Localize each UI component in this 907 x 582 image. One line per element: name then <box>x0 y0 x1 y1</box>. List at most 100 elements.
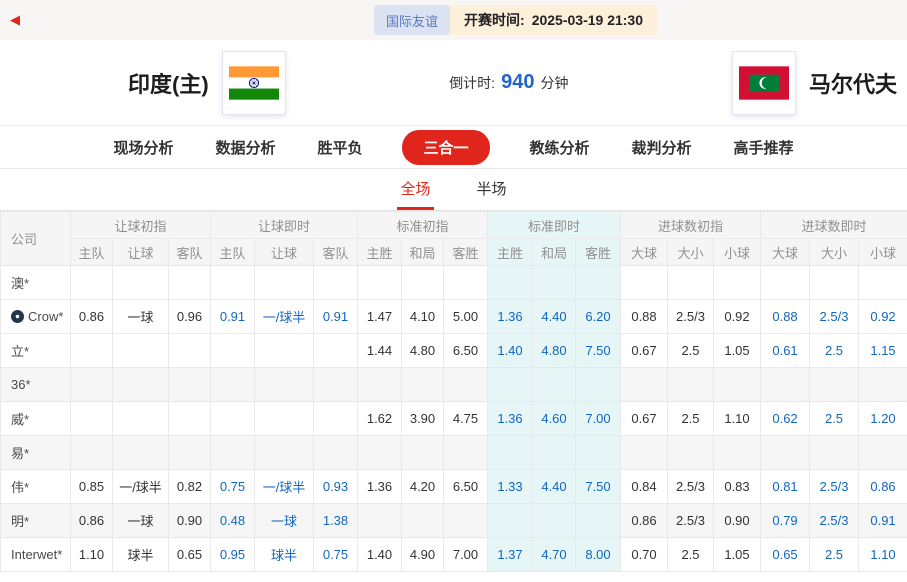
odds-cell[interactable]: 4.40 <box>533 300 576 334</box>
odds-cell <box>576 368 621 402</box>
odds-cell[interactable]: 0.91 <box>859 504 907 538</box>
odds-cell[interactable]: 1.20 <box>859 402 907 436</box>
league-badge[interactable]: 国际友谊 <box>374 5 450 35</box>
odds-cell[interactable]: 0.95 <box>211 538 255 572</box>
odds-cell[interactable]: 6.20 <box>576 300 621 334</box>
sub-column-header: 主胜 <box>358 239 402 266</box>
odds-cell[interactable]: 1.37 <box>488 538 533 572</box>
odds-cell[interactable]: 0.86 <box>859 470 907 504</box>
nav-tab-expert-picks[interactable]: 高手推荐 <box>732 131 796 164</box>
odds-cell <box>255 402 314 436</box>
sub-column-header: 让球 <box>255 239 314 266</box>
odds-cell[interactable]: 0.91 <box>314 300 358 334</box>
period-tab-half-match[interactable]: 半场 <box>474 169 510 210</box>
odds-cell[interactable]: 0.48 <box>211 504 255 538</box>
odds-cell <box>533 266 576 300</box>
odds-cell <box>859 368 907 402</box>
odds-cell: 1.47 <box>358 300 402 334</box>
odds-cell[interactable]: 0.61 <box>761 334 810 368</box>
odds-cell <box>255 266 314 300</box>
odds-cell: 4.20 <box>402 470 444 504</box>
odds-cell: 4.10 <box>402 300 444 334</box>
odds-cell <box>169 402 211 436</box>
odds-cell <box>533 368 576 402</box>
company-cell: 易* <box>1 436 71 470</box>
nav-tab-live-analysis[interactable]: 现场分析 <box>111 131 175 164</box>
odds-cell <box>859 266 907 300</box>
odds-cell[interactable]: 4.80 <box>533 334 576 368</box>
odds-cell[interactable]: 1.15 <box>859 334 907 368</box>
odds-cell[interactable]: 一/球半 <box>255 300 314 334</box>
odds-cell[interactable]: 1.10 <box>859 538 907 572</box>
odds-cell <box>714 266 761 300</box>
odds-cell[interactable]: 2.5 <box>810 334 859 368</box>
odds-cell[interactable]: 0.79 <box>761 504 810 538</box>
odds-cell[interactable]: 0.92 <box>859 300 907 334</box>
period-tab-full-match[interactable]: 全场 <box>397 169 433 210</box>
odds-cell <box>211 436 255 470</box>
odds-cell <box>358 436 402 470</box>
odds-cell <box>71 436 113 470</box>
odds-cell <box>113 436 169 470</box>
odds-cell[interactable]: 2.5 <box>810 538 859 572</box>
odds-cell[interactable]: 0.62 <box>761 402 810 436</box>
odds-cell: 0.82 <box>169 470 211 504</box>
odds-cell[interactable]: 7.50 <box>576 470 621 504</box>
odds-cell <box>714 436 761 470</box>
odds-cell[interactable]: 1.36 <box>488 402 533 436</box>
odds-cell[interactable]: 0.75 <box>211 470 255 504</box>
odds-cell <box>859 436 907 470</box>
nav-tab-three-in-one[interactable]: 三合一 <box>402 130 489 165</box>
odds-cell[interactable]: 0.65 <box>761 538 810 572</box>
odds-cell: 6.50 <box>444 334 488 368</box>
nav-tab-referee-analysis[interactable]: 裁判分析 <box>630 131 694 164</box>
group-header: 标准初指 <box>358 212 488 239</box>
odds-cell <box>314 266 358 300</box>
odds-cell: 1.05 <box>714 538 761 572</box>
odds-cell[interactable]: 1.38 <box>314 504 358 538</box>
odds-cell[interactable]: 2.5/3 <box>810 300 859 334</box>
company-name: 易* <box>11 446 29 461</box>
odds-cell[interactable]: 球半 <box>255 538 314 572</box>
nav-tab-coach-analysis[interactable]: 教练分析 <box>528 131 592 164</box>
odds-cell[interactable]: 0.93 <box>314 470 358 504</box>
odds-cell <box>255 334 314 368</box>
odds-cell <box>255 368 314 402</box>
nav-tab-win-draw-lose[interactable]: 胜平负 <box>315 131 364 164</box>
odds-cell[interactable]: 2.5 <box>810 402 859 436</box>
odds-cell[interactable]: 1.36 <box>488 300 533 334</box>
odds-cell <box>169 334 211 368</box>
odds-cell[interactable]: 4.70 <box>533 538 576 572</box>
odds-cell[interactable]: 一/球半 <box>255 470 314 504</box>
odds-cell[interactable]: 0.88 <box>761 300 810 334</box>
odds-cell[interactable]: 1.33 <box>488 470 533 504</box>
away-team: 马尔代夫 <box>733 52 897 114</box>
kickoff-time: 开赛时间: 2025-03-19 21:30 <box>450 5 657 35</box>
odds-cell[interactable]: 0.91 <box>211 300 255 334</box>
odds-cell[interactable]: 1.40 <box>488 334 533 368</box>
odds-cell <box>402 436 444 470</box>
odds-cell[interactable]: 7.50 <box>576 334 621 368</box>
odds-cell[interactable]: 8.00 <box>576 538 621 572</box>
odds-cell[interactable]: 一球 <box>255 504 314 538</box>
odds-cell <box>444 504 488 538</box>
odds-cell <box>444 436 488 470</box>
sub-column-header: 大球 <box>761 239 810 266</box>
odds-cell[interactable]: 4.40 <box>533 470 576 504</box>
back-arrow-icon[interactable]: ◀ <box>10 12 20 28</box>
odds-cell <box>402 368 444 402</box>
odds-cell <box>358 504 402 538</box>
sub-column-header: 客队 <box>169 239 211 266</box>
nav-tab-data-analysis[interactable]: 数据分析 <box>213 131 277 164</box>
odds-cell[interactable]: 2.5/3 <box>810 504 859 538</box>
odds-cell[interactable]: 4.60 <box>533 402 576 436</box>
group-header: 进球数初指 <box>621 212 761 239</box>
odds-row: 澳* <box>1 266 907 300</box>
company-name: Crow* <box>28 309 63 324</box>
odds-cell[interactable]: 2.5/3 <box>810 470 859 504</box>
company-cell: 威* <box>1 402 71 436</box>
odds-cell[interactable]: 0.75 <box>314 538 358 572</box>
company-name: Interwet* <box>11 547 62 562</box>
odds-cell[interactable]: 7.00 <box>576 402 621 436</box>
odds-cell[interactable]: 0.81 <box>761 470 810 504</box>
